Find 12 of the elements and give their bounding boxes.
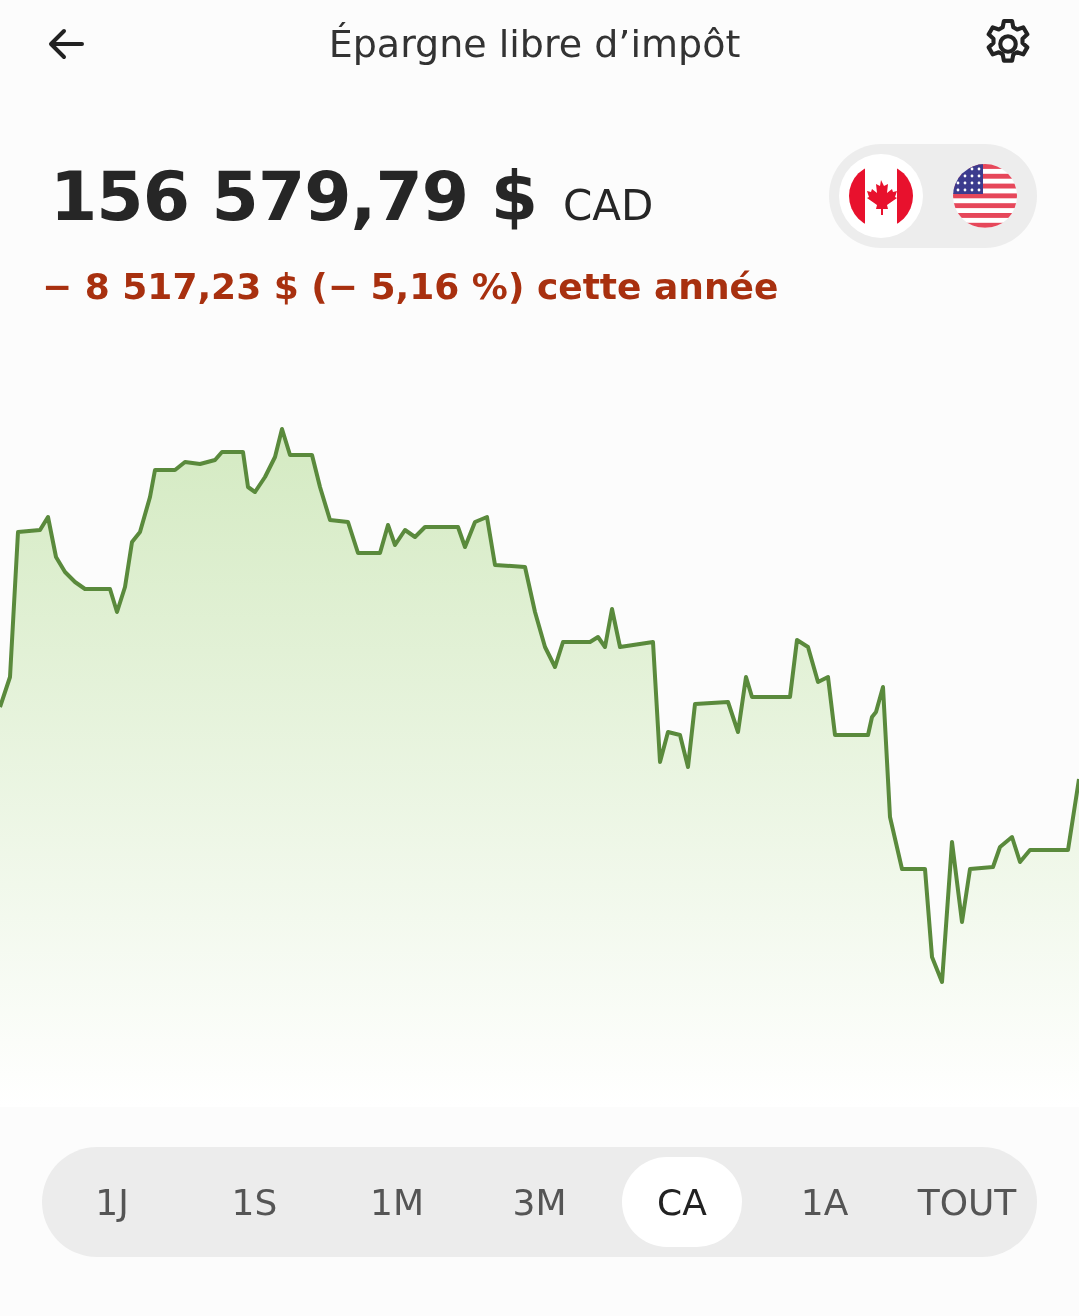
range-tab[interactable]: 1M bbox=[337, 1157, 457, 1247]
canada-flag-button[interactable] bbox=[839, 154, 923, 238]
range-tab[interactable]: 3M bbox=[479, 1157, 600, 1247]
range-tab[interactable]: TOUT bbox=[907, 1157, 1027, 1247]
currency-code: CAD bbox=[563, 180, 654, 230]
range-tab[interactable]: CA bbox=[622, 1157, 742, 1247]
range-tab[interactable]: 1J bbox=[52, 1157, 172, 1247]
range-tab[interactable]: 1S bbox=[194, 1157, 315, 1247]
range-tab[interactable]: 1A bbox=[764, 1157, 885, 1247]
page-title: Épargne libre d’impôt bbox=[328, 22, 741, 66]
yearly-change: − 8 517,23 $ (− 5,16 %) cette année bbox=[42, 266, 780, 307]
balance-amount: 156 579,79 $ bbox=[50, 156, 537, 236]
